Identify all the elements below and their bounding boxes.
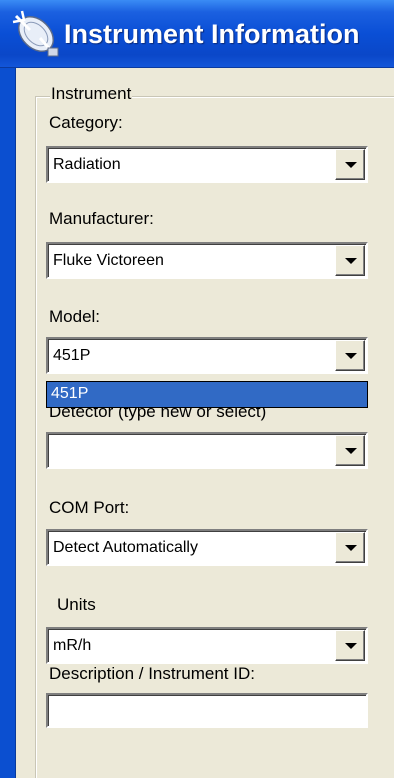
category-label: Category: bbox=[49, 113, 123, 132]
category-dropdown-button[interactable] bbox=[335, 149, 365, 180]
chevron-down-icon bbox=[345, 162, 357, 168]
detector-label: Detector (type new or select) bbox=[49, 408, 267, 421]
units-dropdown-button[interactable] bbox=[335, 630, 365, 661]
units-value: mR/h bbox=[53, 637, 92, 654]
manufacturer-dropdown-button[interactable] bbox=[335, 245, 365, 276]
detector-combo[interactable] bbox=[46, 432, 368, 469]
groupbox-legend: Instrument bbox=[50, 84, 133, 104]
title-bar[interactable]: Instrument Information bbox=[0, 0, 394, 68]
model-value: 451P bbox=[53, 347, 91, 364]
model-dropdown-list: 451P bbox=[46, 381, 368, 408]
description-input[interactable] bbox=[46, 693, 368, 728]
model-dropdown-button[interactable] bbox=[335, 340, 365, 371]
description-label: Description / Instrument ID: bbox=[49, 664, 255, 683]
model-combo[interactable]: 451P bbox=[46, 337, 368, 374]
satellite-dish-icon bbox=[12, 10, 59, 57]
chevron-down-icon bbox=[345, 545, 357, 551]
detector-dropdown-button[interactable] bbox=[335, 435, 365, 466]
units-combo[interactable]: mR/h bbox=[46, 627, 368, 664]
category-value: Radiation bbox=[53, 156, 121, 173]
manufacturer-combo[interactable]: Fluke Victoreen bbox=[46, 242, 368, 279]
category-combo[interactable]: Radiation bbox=[46, 146, 368, 183]
window-border-inner bbox=[16, 68, 22, 778]
manufacturer-label: Manufacturer: bbox=[49, 209, 154, 228]
com-port-dropdown-button[interactable] bbox=[335, 532, 365, 563]
com-port-value: Detect Automatically bbox=[53, 539, 198, 556]
model-label: Model: bbox=[49, 307, 101, 326]
dropdown-item-451p[interactable]: 451P bbox=[47, 382, 367, 407]
units-label: Units bbox=[57, 595, 96, 614]
window-border bbox=[0, 68, 16, 778]
com-port-label: COM Port: bbox=[49, 498, 130, 517]
chevron-down-icon bbox=[345, 353, 357, 359]
chevron-down-icon bbox=[345, 258, 357, 264]
chevron-down-icon bbox=[345, 448, 357, 454]
chevron-down-icon bbox=[345, 643, 357, 649]
window-title: Instrument Information bbox=[64, 19, 360, 49]
manufacturer-value: Fluke Victoreen bbox=[53, 252, 164, 269]
com-port-combo[interactable]: Detect Automatically bbox=[46, 529, 368, 566]
